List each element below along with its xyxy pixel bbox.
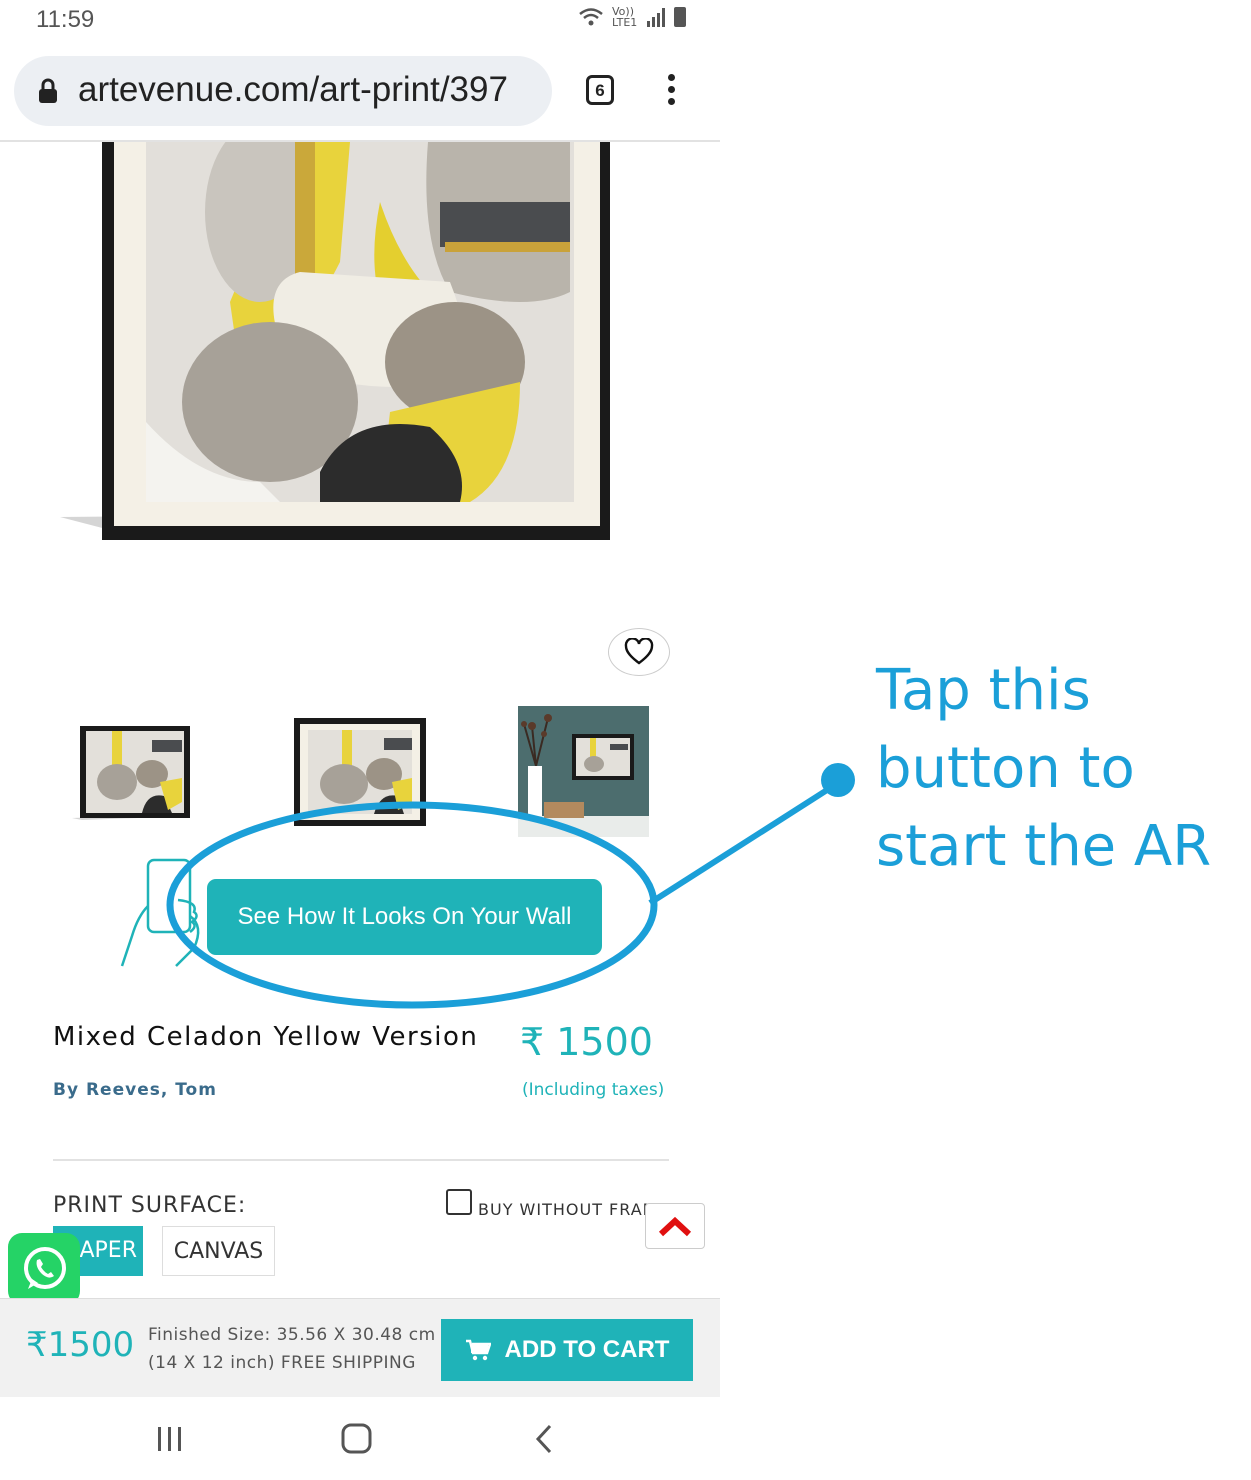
cart-bar: ₹1500 Finished Size: 35.56 X 30.48 cm (1…	[0, 1298, 720, 1397]
thumbnail-2[interactable]	[294, 718, 426, 826]
home-icon[interactable]	[340, 1422, 374, 1456]
product-title: Mixed Celadon Yellow Version	[53, 1022, 479, 1052]
buy-without-frame-label[interactable]: BUY WITHOUT FRAME	[478, 1200, 669, 1219]
lock-icon	[39, 78, 57, 103]
chevron-up-icon	[658, 1216, 692, 1237]
finished-size-line: Finished Size: 35.56 X 30.48 cm	[148, 1325, 436, 1345]
whatsapp-icon	[24, 1247, 66, 1289]
system-nav-bar	[0, 1398, 720, 1480]
cart-icon	[465, 1339, 491, 1361]
buy-without-frame-checkbox[interactable]	[446, 1189, 472, 1215]
surface-option-canvas[interactable]: CANVAS	[162, 1226, 275, 1276]
heart-icon	[624, 638, 654, 665]
finished-size: Finished Size: 35.56 X 30.48 cm (14 X 12…	[148, 1321, 436, 1377]
product-price: ₹ 1500	[520, 1020, 653, 1064]
section-divider	[53, 1159, 669, 1161]
tabs-button[interactable]: 6	[586, 75, 614, 105]
thumbnail-1[interactable]	[72, 722, 194, 822]
price-note: (Including taxes)	[522, 1080, 665, 1100]
status-icons: Vo)) LTE1	[578, 6, 686, 28]
recent-apps-icon[interactable]	[155, 1422, 185, 1456]
shipping-line: (14 X 12 inch) FREE SHIPPING	[148, 1353, 416, 1373]
address-bar[interactable]: artevenue.com/art-print/397	[14, 56, 552, 126]
annotation-pointer-dot	[821, 763, 855, 797]
whatsapp-button[interactable]	[8, 1233, 80, 1305]
print-surface-label: PRINT SURFACE:	[53, 1193, 247, 1218]
wifi-icon	[579, 8, 603, 26]
ar-view-button[interactable]: See How It Looks On Your Wall	[207, 879, 602, 955]
back-icon[interactable]	[532, 1422, 556, 1456]
product-image	[60, 142, 610, 540]
network-label: Vo)) LTE1	[612, 5, 638, 29]
annotation-callout-text: Tap this button to start the AR	[876, 658, 1212, 879]
status-time: 11:59	[36, 6, 95, 33]
product-author[interactable]: By Reeves, Tom	[53, 1080, 217, 1100]
signal-icon	[647, 8, 665, 27]
scroll-to-top-button[interactable]	[645, 1203, 705, 1249]
status-bar: 11:59 Vo)) LTE1	[0, 0, 720, 44]
add-to-cart-button[interactable]: ADD TO CART	[441, 1319, 693, 1381]
phone-hand-icon	[120, 858, 200, 967]
battery-icon	[674, 7, 686, 27]
phone-screen: 11:59 Vo)) LTE1 artevenue.com/art-print/…	[0, 0, 720, 1480]
menu-icon[interactable]	[660, 74, 682, 110]
wishlist-button[interactable]	[608, 628, 670, 676]
add-to-cart-label: ADD TO CART	[504, 1336, 670, 1363]
thumbnail-3[interactable]	[518, 706, 649, 837]
cart-price: ₹1500	[26, 1325, 135, 1365]
url-text: artevenue.com/art-print/397	[78, 70, 508, 109]
